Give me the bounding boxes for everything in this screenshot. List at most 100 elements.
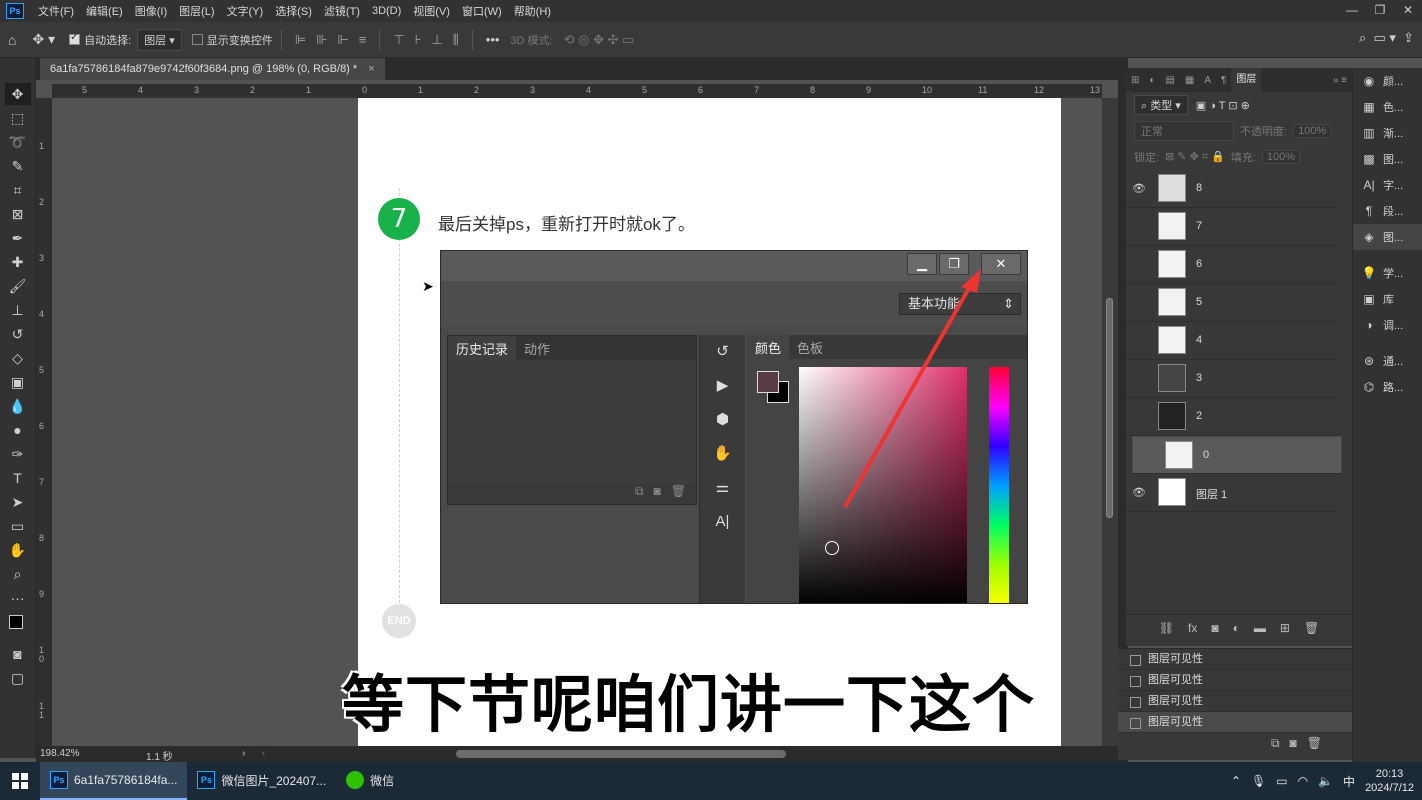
minimize-icon[interactable]: — (1338, 0, 1366, 22)
hand-icon[interactable]: ✋ (5, 539, 31, 561)
new-layer-icon[interactable]: ⊞ (1280, 621, 1290, 635)
tab-layers[interactable]: 图层 (1231, 68, 1262, 92)
panel-tab-icon[interactable]: ▦ (1180, 75, 1199, 86)
panel-patterns[interactable]: ▩ 图... (1353, 146, 1422, 172)
canvas-area[interactable]: 7 最后关掉ps，重新打开时就ok了。 ▁ ❐ ✕ 基本功能 ⇕ 历史记录 动作… (52, 98, 1102, 746)
distribute-v-icon[interactable]: ⫼ (448, 32, 464, 48)
quick-select-icon[interactable]: ✎ (5, 155, 31, 177)
taskbar-item-photoshop-2[interactable]: Ps 微信图片_202407... (187, 762, 336, 800)
mask-icon[interactable]: ◙ (1211, 621, 1218, 635)
panel-swatches[interactable]: ▦ 色... (1353, 94, 1422, 120)
rectangle-icon[interactable]: ▭ (5, 515, 31, 537)
eraser-icon[interactable]: ◇ (5, 347, 31, 369)
layer-row[interactable]: 👁 8 (1126, 170, 1336, 208)
panel-color[interactable]: ◉ 颜... (1353, 68, 1422, 94)
frame-icon[interactable]: ⊠ (5, 203, 31, 225)
restore-icon[interactable]: ❐ (1366, 0, 1394, 22)
list-item[interactable]: 图层可见性 (1118, 649, 1352, 670)
align-middle-icon[interactable]: ⊦ (410, 32, 427, 48)
menu-file[interactable]: 文件(F) (32, 3, 80, 19)
microphone-icon[interactable]: 🎙 (1251, 774, 1266, 788)
path-select-icon[interactable]: ➤ (5, 491, 31, 513)
layer-row[interactable]: 4 (1126, 322, 1336, 360)
panel-libraries[interactable]: ▣ 库 (1353, 286, 1422, 312)
panel-tab-icon[interactable]: ⊞ (1126, 75, 1144, 86)
move-tool-icon[interactable]: ✥ ▾ (24, 31, 63, 48)
filter-kind-dropdown[interactable]: ⌕ 类型 ▾ (1134, 95, 1188, 115)
distribute-icon[interactable]: ≡ (354, 32, 372, 47)
link-icon[interactable]: ⛓ (1159, 621, 1174, 635)
list-item[interactable]: 图层可见性 (1118, 670, 1352, 691)
show-transform-checkbox[interactable] (191, 34, 207, 46)
menu-filter[interactable]: 滤镜(T) (318, 3, 366, 19)
menu-view[interactable]: 视图(V) (407, 3, 456, 19)
align-left-icon[interactable]: ⊫ (290, 32, 311, 48)
lasso-icon[interactable]: ➰ (5, 131, 31, 153)
screen-mode-icon[interactable]: ▢ (5, 667, 31, 689)
eye-icon[interactable]: 👁 (1132, 486, 1146, 499)
layer-row[interactable]: 3 (1126, 360, 1336, 398)
clock[interactable]: 20:13 2024/7/12 (1365, 767, 1414, 795)
taskbar-item-wechat[interactable]: 微信 (336, 762, 404, 800)
marquee-icon[interactable]: ⬚ (5, 107, 31, 129)
auto-select-checkbox[interactable] (63, 32, 84, 46)
history-footer-icons[interactable]: ⧉ ◙ 🗑 (1118, 733, 1352, 753)
blur-icon[interactable]: 💧 (5, 395, 31, 417)
list-item[interactable]: 图层可见性 (1118, 712, 1352, 733)
document-tab[interactable]: 6a1fa75786184fa879e9742f60f3684.png @ 19… (40, 58, 385, 80)
pen-icon[interactable]: ✑ (5, 443, 31, 465)
layer-row[interactable]: 5 (1126, 284, 1336, 322)
panel-tab-icon[interactable]: ◐ (1144, 75, 1160, 86)
adjustment-icon[interactable]: ◐ (1233, 621, 1240, 635)
search-workspace-icons[interactable]: ⌕ ▭ ▾ ⇪ (1359, 30, 1414, 46)
panel-adjustments[interactable]: ◑ 调... (1353, 312, 1422, 338)
group-icon[interactable]: ▬ (1254, 621, 1266, 635)
filter-icons[interactable]: ▣ ◑ T ⊡ ⊕ (1196, 99, 1250, 112)
panel-collapse-icon[interactable]: » ≡ (1328, 75, 1352, 86)
panel-paragraph[interactable]: ¶ 段... (1353, 198, 1422, 224)
dodge-icon[interactable]: ● (5, 419, 31, 441)
move-icon[interactable]: ✥ (4, 83, 31, 105)
color-swatches-icon[interactable] (5, 611, 31, 641)
quick-mask-icon[interactable]: ◙ (5, 643, 31, 665)
layer-row[interactable]: 7 (1126, 208, 1336, 246)
battery-icon[interactable]: ▭ (1276, 774, 1287, 788)
panel-learn[interactable]: 💡 学... (1353, 260, 1422, 286)
horizontal-scrollbar[interactable] (456, 750, 786, 758)
panel-tab-icon[interactable]: ▤ (1160, 75, 1179, 86)
more-icon[interactable]: ••• (481, 32, 505, 47)
menu-edit[interactable]: 编辑(E) (80, 3, 129, 19)
layer-row[interactable]: 2 (1126, 398, 1336, 436)
menu-image[interactable]: 图像(I) (129, 3, 173, 19)
menu-type[interactable]: 文字(Y) (221, 3, 270, 19)
tab-close-icon[interactable]: × (368, 63, 374, 75)
auto-select-dropdown[interactable]: 图层 ▾ (137, 28, 182, 51)
align-center-icon[interactable]: ⊪ (311, 32, 332, 48)
eye-icon[interactable]: 👁 (1132, 182, 1146, 195)
opacity-field[interactable]: 100% (1293, 124, 1332, 138)
brush-icon[interactable]: 🖌 (5, 275, 31, 297)
blend-mode-dropdown[interactable]: 正常 (1134, 121, 1234, 141)
panel-character[interactable]: A| 字... (1353, 172, 1422, 198)
panel-tab-icon[interactable]: A (1199, 75, 1216, 86)
gradient-icon[interactable]: ▣ (5, 371, 31, 393)
menu-select[interactable]: 选择(S) (269, 3, 318, 19)
taskbar-item-photoshop[interactable]: Ps 6a1fa75786184fa... (40, 762, 188, 800)
healing-icon[interactable]: ✚ (5, 251, 31, 273)
volume-icon[interactable]: 🔈 (1318, 774, 1333, 788)
panel-channels[interactable]: ⊛ 通... (1353, 348, 1422, 374)
panel-gradients[interactable]: ▥ 渐... (1353, 120, 1422, 146)
panel-tab-icon[interactable]: ¶ (1216, 75, 1231, 86)
crop-icon[interactable]: ⌗ (5, 179, 31, 201)
type-icon[interactable]: T (5, 467, 31, 489)
more-tools-icon[interactable]: ··· (5, 587, 31, 609)
vertical-scrollbar[interactable] (1102, 98, 1118, 746)
align-right-icon[interactable]: ⊩ (332, 32, 353, 48)
menu-3d[interactable]: 3D(D) (366, 5, 407, 17)
panel-layers[interactable]: ◈ 图... (1353, 224, 1422, 250)
menu-window[interactable]: 窗口(W) (456, 3, 508, 19)
list-item[interactable]: 图层可见性 (1118, 691, 1352, 712)
3d-orbit-icon[interactable]: ⟲ ◎ ✥ ✣ ▭ (559, 32, 640, 48)
wifi-icon[interactable]: ◠ (1298, 774, 1308, 788)
fx-icon[interactable]: fx (1188, 621, 1197, 635)
